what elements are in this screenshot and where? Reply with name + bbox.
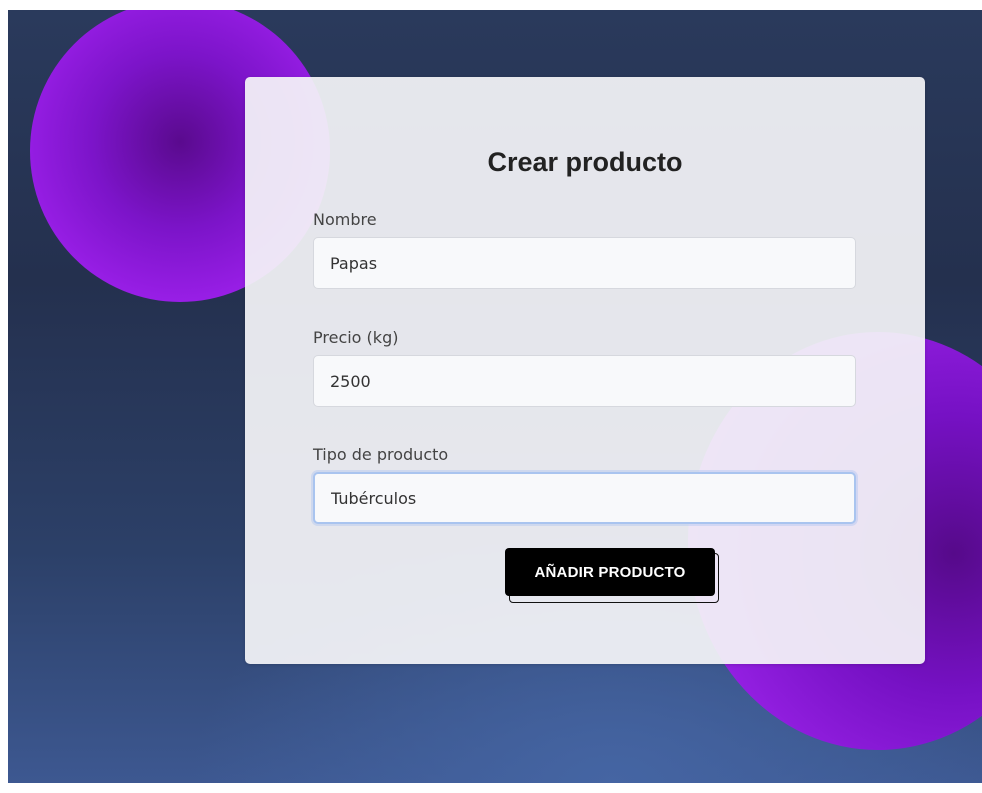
create-product-card: Crear producto Nombre Precio (kg) Tipo d…: [245, 77, 925, 664]
form-title: Crear producto: [487, 147, 683, 177]
name-input[interactable]: [313, 237, 856, 289]
page-background: Crear producto Nombre Precio (kg) Tipo d…: [8, 10, 982, 783]
name-label: Nombre: [313, 210, 377, 229]
add-product-button[interactable]: AÑADIR PRODUCTO: [505, 548, 715, 596]
product-type-label: Tipo de producto: [313, 445, 449, 464]
product-type-input[interactable]: [313, 472, 856, 524]
price-input[interactable]: [313, 355, 856, 407]
submit-button-wrapper: AÑADIR PRODUCTO: [505, 548, 721, 604]
price-label: Precio (kg): [313, 328, 399, 347]
